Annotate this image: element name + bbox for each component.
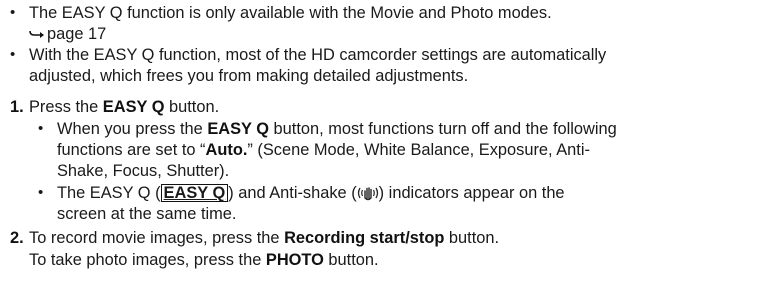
step-2-line-2: To take photo images, press the PHOTO bu… xyxy=(29,251,379,269)
intro-bullet-1-line-1: The EASY Q function is only available wi… xyxy=(29,4,552,22)
step-1-sub-1-line-1: When you press the EASY Q button, most f… xyxy=(57,120,617,138)
bullet-dot: • xyxy=(38,120,44,137)
anti-shake-hand-icon xyxy=(357,187,378,201)
step-1-sub-2-line-1: The EASY Q (EASY Q) and Anti-shake ( ) i… xyxy=(57,184,565,202)
step-2-number: 2. xyxy=(10,229,24,247)
intro-bullet-2-line-1: With the EASY Q function, most of the HD… xyxy=(29,46,607,64)
bullet-dot: • xyxy=(38,184,44,201)
easy-q-indicator-icon: EASY Q xyxy=(160,184,229,202)
step-1-text: Press the EASY Q button. xyxy=(29,98,220,116)
bullet-dot: • xyxy=(10,46,16,63)
manual-page: • The EASY Q function is only available … xyxy=(0,0,763,305)
bullet-dot: • xyxy=(10,4,16,21)
arrow-right-icon xyxy=(29,30,44,38)
step-2-line-1: To record movie images, press the Record… xyxy=(29,229,500,247)
step-1-sub-1-line-2: functions are set to “Auto.” (Scene Mode… xyxy=(57,141,590,159)
step-1-number: 1. xyxy=(10,98,24,116)
page-reference-text: page 17 xyxy=(47,25,107,43)
step-1-sub-1-line-3: Shake, Focus, Shutter). xyxy=(57,162,230,180)
page-reference: page 17 xyxy=(29,24,106,44)
step-1-sub-2-line-2: screen at the same time. xyxy=(57,205,237,223)
intro-bullet-2-line-2: adjusted, which frees you from making de… xyxy=(29,67,469,85)
